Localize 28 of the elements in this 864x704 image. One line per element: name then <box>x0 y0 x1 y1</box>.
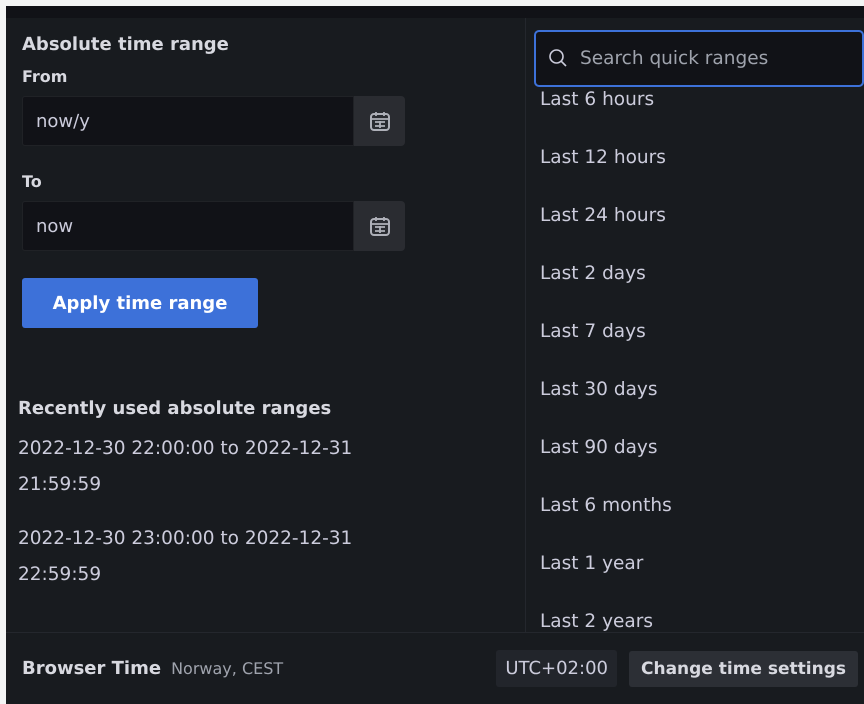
calendar-button[interactable] <box>354 201 405 251</box>
quick-range-item[interactable]: Last 30 days <box>540 361 864 419</box>
recent-range-link[interactable]: 2022-12-30 23:00:00 to 2022-12-31 22:59:59 <box>18 521 428 593</box>
section-title: Absolute time range <box>22 34 230 55</box>
quick-range-item[interactable]: Last 7 days <box>540 303 864 361</box>
input-field[interactable]: now <box>22 201 354 251</box>
search-field[interactable]: Search quick ranges <box>534 30 864 87</box>
calendar-icon <box>368 215 390 237</box>
apply-button[interactable]: Apply time range <box>22 278 258 328</box>
section-title: Recently used absolute ranges <box>18 398 332 419</box>
quick-range-item[interactable]: Last 6 hours <box>540 91 864 129</box>
quick-range-item[interactable]: Last 6 months <box>540 477 864 535</box>
calendar-icon <box>368 110 390 132</box>
timezone-label: Browser Time <box>22 658 162 679</box>
quick-range-item[interactable]: Last 24 hours <box>540 187 864 245</box>
utc-offset-badge: UTC+02:00 <box>496 650 617 687</box>
recent-range-link[interactable]: 2022-12-30 22:00:00 to 2022-12-31 21:59:59 <box>18 431 428 503</box>
quick-range-item[interactable]: Last 1 year <box>540 535 864 593</box>
timezone-location: Norway, CEST <box>171 659 284 678</box>
quick-range-item[interactable]: Last 12 hours <box>540 129 864 187</box>
change-settings-button[interactable]: Change time settings <box>628 650 858 686</box>
calendar-button[interactable] <box>354 96 405 146</box>
field-label: From <box>22 67 68 86</box>
field-label: To <box>22 172 43 191</box>
quick-range-item[interactable]: Last 2 days <box>540 245 864 303</box>
input-field[interactable]: now/y <box>22 96 354 146</box>
quick-range-item[interactable]: Last 90 days <box>540 419 864 477</box>
quick-range-item[interactable]: Last 2 years <box>540 593 864 632</box>
